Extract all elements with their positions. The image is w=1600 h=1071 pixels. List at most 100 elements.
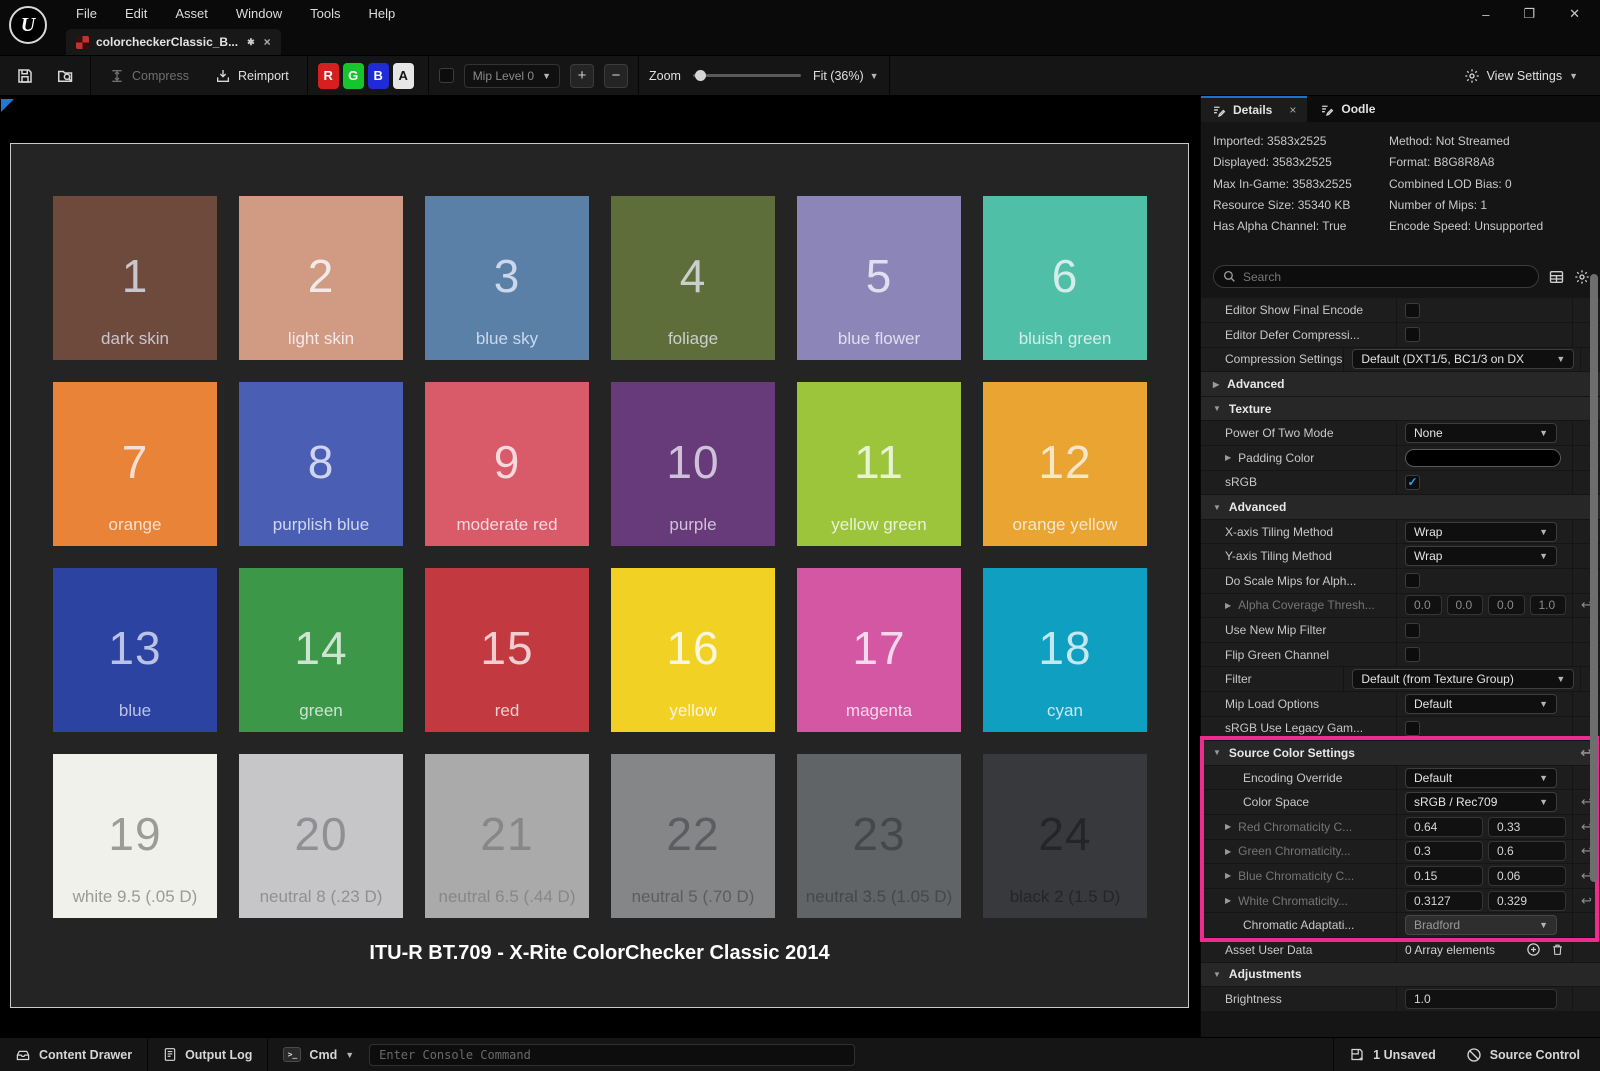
menu-tools[interactable]: Tools bbox=[296, 0, 354, 28]
mip-minus-button[interactable]: − bbox=[604, 64, 628, 88]
save-button[interactable] bbox=[10, 62, 40, 90]
number-input[interactable]: 0.3127 bbox=[1405, 891, 1483, 911]
chevron-down-icon[interactable]: ▼ bbox=[1213, 404, 1221, 413]
view-settings-button[interactable]: View Settings▼ bbox=[1464, 68, 1600, 84]
dropdown-chromatic-adaptati[interactable]: Bradford▼ bbox=[1405, 915, 1557, 935]
dropdown-encoding-override[interactable]: Default▼ bbox=[1405, 768, 1557, 788]
chevron-right-icon[interactable]: ▶ bbox=[1225, 453, 1231, 462]
dropdown-mip-load-options[interactable]: Default▼ bbox=[1405, 694, 1557, 714]
mip-level-dropdown[interactable]: Mip Level 0▼ bbox=[464, 64, 560, 88]
channel-g-button[interactable]: G bbox=[343, 63, 364, 89]
dropdown-compression-settings[interactable]: Default (DXT1/5, BC1/3 on DX▼ bbox=[1352, 349, 1574, 369]
maximize-button[interactable]: ❐ bbox=[1523, 6, 1535, 22]
source-control-button[interactable]: Source Control bbox=[1451, 1038, 1600, 1071]
number-input[interactable]: 0.329 bbox=[1488, 891, 1566, 911]
zoom-slider[interactable] bbox=[693, 74, 801, 77]
chevron-down-icon[interactable]: ▼ bbox=[1213, 503, 1221, 512]
channel-b-button[interactable]: B bbox=[368, 63, 389, 89]
search-box[interactable] bbox=[1213, 265, 1539, 288]
dropdown-y-axis-tiling-method[interactable]: Wrap▼ bbox=[1405, 546, 1557, 566]
chevron-down-icon[interactable]: ▼ bbox=[1213, 970, 1221, 979]
add-element-icon[interactable] bbox=[1526, 942, 1541, 957]
number-input[interactable]: 0.3 bbox=[1405, 841, 1483, 861]
browse-to-asset-button[interactable] bbox=[50, 62, 80, 90]
number-input[interactable]: 0.06 bbox=[1488, 866, 1566, 886]
checkbox[interactable] bbox=[1405, 573, 1420, 588]
texture-viewport[interactable]: 1dark skin2light skin3blue sky4foliage5b… bbox=[0, 96, 1200, 1037]
chevron-right-icon[interactable]: ▶ bbox=[1225, 896, 1231, 905]
number-input[interactable]: 0.0 bbox=[1488, 595, 1525, 615]
menu-file[interactable]: File bbox=[62, 0, 111, 28]
category-advanced[interactable]: ▼Advanced bbox=[1201, 495, 1600, 520]
dropdown-filter[interactable]: Default (from Texture Group)▼ bbox=[1352, 669, 1574, 689]
patch-number: 3 bbox=[494, 222, 521, 329]
category-advanced[interactable]: ▶Advanced bbox=[1201, 372, 1600, 397]
number-input[interactable]: 1.0 bbox=[1405, 989, 1557, 1009]
tab-oodle[interactable]: Oodle bbox=[1309, 96, 1386, 122]
checkbox[interactable] bbox=[1405, 623, 1420, 638]
menu-help[interactable]: Help bbox=[354, 0, 409, 28]
chevron-right-icon[interactable]: ▶ bbox=[1225, 601, 1231, 610]
patch-number: 24 bbox=[1038, 780, 1091, 887]
patch-label: neutral 3.5 (1.05 D) bbox=[806, 887, 952, 907]
checkbox-checked[interactable]: ✓ bbox=[1405, 475, 1420, 490]
search-input[interactable] bbox=[1243, 270, 1529, 284]
number-input[interactable]: 0.0 bbox=[1405, 595, 1442, 615]
details-tab-close-icon[interactable]: × bbox=[1289, 103, 1296, 117]
dropdown-x-axis-tiling-method[interactable]: Wrap ▼ bbox=[1405, 522, 1557, 542]
asset-tab[interactable]: colorcheckerClassic_B... ✱ × bbox=[66, 29, 281, 55]
menu-window[interactable]: Window bbox=[222, 0, 296, 28]
category-adjustments[interactable]: ▼Adjustments bbox=[1201, 963, 1600, 988]
unsaved-button[interactable]: 1 Unsaved bbox=[1334, 1038, 1451, 1071]
fit-dropdown[interactable]: Fit (36%)▼ bbox=[813, 69, 879, 83]
checkbox[interactable] bbox=[1405, 647, 1420, 662]
details-scrollbar[interactable] bbox=[1590, 274, 1598, 882]
output-log-button[interactable]: Output Log bbox=[148, 1038, 267, 1071]
tab-details[interactable]: Details × bbox=[1201, 96, 1307, 122]
display-filter-icon[interactable] bbox=[1548, 269, 1565, 285]
number-input[interactable]: 0.15 bbox=[1405, 866, 1483, 886]
viewport-corner-marker bbox=[1, 99, 14, 112]
number-input[interactable]: 0.0 bbox=[1447, 595, 1484, 615]
dropdown-power-of-two-mode[interactable]: None▼ bbox=[1405, 423, 1557, 443]
checkbox[interactable] bbox=[1405, 303, 1420, 318]
menu-asset[interactable]: Asset bbox=[161, 0, 222, 28]
checkbox[interactable] bbox=[1405, 721, 1420, 736]
property-name: ▶Padding Color bbox=[1201, 446, 1397, 470]
number-input[interactable]: 1.0 bbox=[1530, 595, 1567, 615]
minimize-button[interactable]: – bbox=[1482, 7, 1489, 22]
console-command-input[interactable] bbox=[369, 1044, 855, 1066]
mip-checkbox[interactable] bbox=[439, 68, 454, 83]
close-button[interactable]: ✕ bbox=[1569, 6, 1580, 22]
category-source-color-settings[interactable]: ▼Source Color Settings↩ bbox=[1201, 741, 1600, 766]
category-texture[interactable]: ▼Texture bbox=[1201, 397, 1600, 422]
settings-gear-icon[interactable] bbox=[1574, 269, 1590, 285]
number-input[interactable]: 0.64 bbox=[1405, 817, 1483, 837]
chevron-right-icon[interactable]: ▶ bbox=[1225, 822, 1231, 831]
patch-number: 20 bbox=[294, 780, 347, 887]
checkbox[interactable] bbox=[1405, 327, 1420, 342]
dropdown-value: Wrap bbox=[1414, 525, 1442, 539]
color-patch-14: 14green bbox=[239, 568, 403, 732]
content-drawer-button[interactable]: Content Drawer bbox=[0, 1038, 147, 1071]
revert-icon[interactable]: ↩ bbox=[1572, 889, 1600, 913]
menu-edit[interactable]: Edit bbox=[111, 0, 161, 28]
tab-close-icon[interactable]: × bbox=[264, 35, 271, 49]
compress-button[interactable]: Compress bbox=[101, 68, 197, 84]
number-input[interactable]: 0.6 bbox=[1488, 841, 1566, 861]
dropdown-color-space[interactable]: sRGB / Rec709▼ bbox=[1405, 792, 1557, 812]
chevron-down-icon[interactable]: ▼ bbox=[1213, 748, 1221, 757]
zoom-slider-handle[interactable] bbox=[695, 70, 706, 81]
channel-r-button[interactable]: R bbox=[318, 63, 339, 89]
chevron-right-icon[interactable]: ▶ bbox=[1225, 847, 1231, 856]
cmd-selector[interactable]: >_ Cmd▼ bbox=[268, 1038, 369, 1071]
reimport-button[interactable]: Reimport bbox=[207, 68, 297, 84]
chevron-right-icon[interactable]: ▶ bbox=[1213, 380, 1219, 389]
number-input[interactable]: 0.33 bbox=[1488, 817, 1566, 837]
trash-icon[interactable] bbox=[1551, 942, 1564, 957]
mip-plus-button[interactable]: + bbox=[570, 64, 594, 88]
chevron-right-icon[interactable]: ▶ bbox=[1225, 871, 1231, 880]
chevron-down-icon: ▼ bbox=[1539, 527, 1548, 537]
channel-a-button[interactable]: A bbox=[393, 63, 414, 89]
padding-color-swatch[interactable] bbox=[1405, 449, 1561, 467]
